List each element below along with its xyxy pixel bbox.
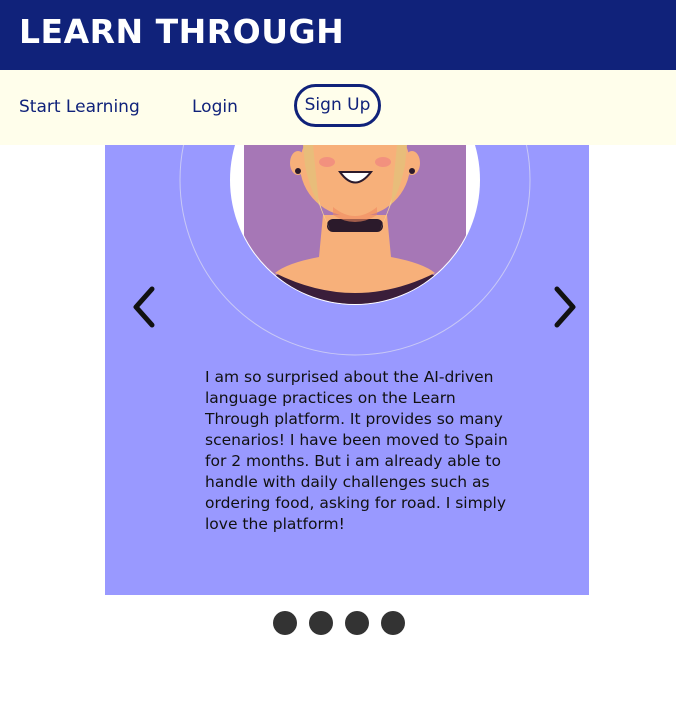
nav-start-learning-link[interactable]: Start Learning: [19, 95, 140, 119]
carousel-prev-button[interactable]: [124, 282, 164, 332]
chevron-left-icon: [133, 286, 155, 328]
carousel-dot[interactable]: [273, 611, 297, 635]
nav-login-link[interactable]: Login: [192, 95, 238, 119]
avatar-illustration: [244, 145, 466, 304]
carousel-dot[interactable]: [309, 611, 333, 635]
carousel-dots: [273, 611, 405, 635]
sign-up-button[interactable]: Sign Up: [294, 84, 381, 127]
carousel-next-button[interactable]: [545, 282, 585, 332]
testimonial-quote: I am so surprised about the AI-driven la…: [205, 368, 508, 533]
chevron-right-icon: [554, 286, 576, 328]
site-header: LEARN THROUGH: [0, 0, 676, 70]
nav-bar: Start Learning Login Sign Up: [0, 70, 676, 145]
carousel-dot[interactable]: [345, 611, 369, 635]
brand-logo-text[interactable]: LEARN THROUGH: [19, 12, 344, 52]
testimonial-card: I am so surprised about the AI-driven la…: [105, 145, 589, 595]
carousel-dot[interactable]: [381, 611, 405, 635]
